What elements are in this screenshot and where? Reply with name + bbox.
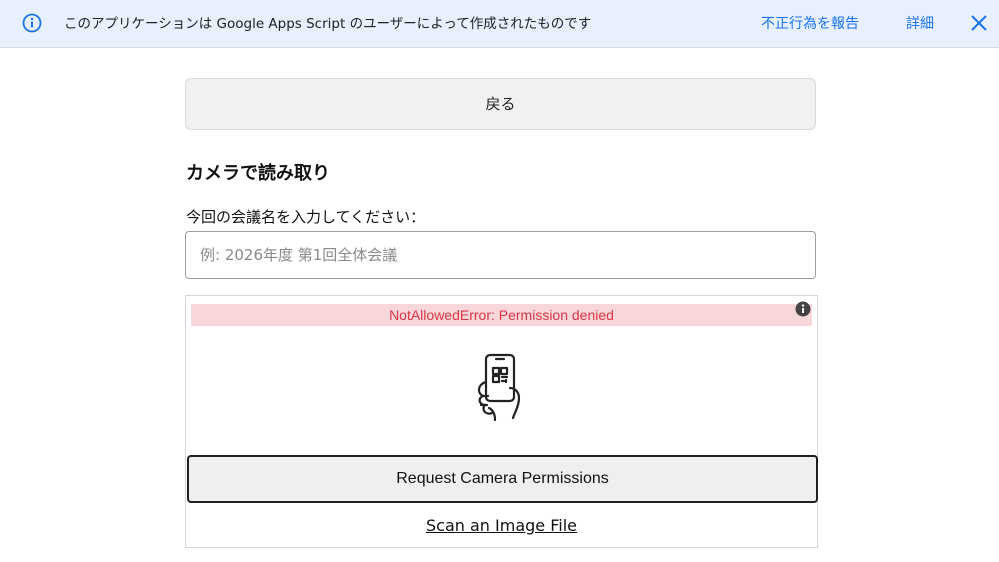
section-title: カメラで読み取り (186, 163, 330, 184)
info-dot-icon[interactable] (795, 301, 811, 317)
details-link[interactable]: 詳細 (906, 15, 934, 33)
meeting-name-input[interactable] (185, 231, 816, 279)
report-abuse-link[interactable]: 不正行為を報告 (761, 15, 859, 33)
banner-message: このアプリケーションは Google Apps Script のユーザーによって… (64, 16, 592, 32)
qr-scanner-panel: NotAllowedError: Permission denied Reque… (185, 295, 818, 548)
camera-error-message: NotAllowedError: Permission denied (191, 304, 812, 326)
notice-banner: このアプリケーションは Google Apps Script のユーザーによって… (0, 0, 999, 48)
back-button[interactable]: 戻る (185, 78, 816, 130)
phone-qr-scan-icon (477, 353, 521, 422)
meeting-name-label: 今回の会議名を入力してください： (186, 208, 426, 226)
request-camera-permissions-button[interactable]: Request Camera Permissions (187, 455, 818, 503)
close-icon[interactable] (969, 13, 989, 33)
info-icon (22, 13, 42, 33)
scan-image-file-link[interactable]: Scan an Image File (186, 515, 817, 537)
